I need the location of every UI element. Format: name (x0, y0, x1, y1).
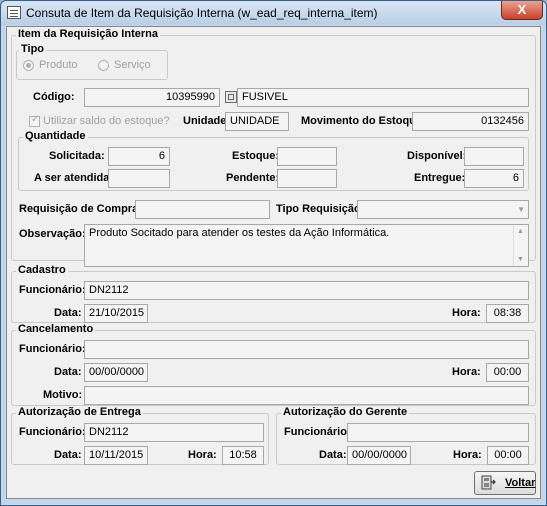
entrega-data-field[interactable]: 10/11/2015 (84, 446, 148, 465)
entrega-funcionario-field[interactable]: DN2112 (84, 423, 264, 442)
solicitada-label: Solicitada: (49, 150, 105, 162)
cadastro-hora-field[interactable]: 08:38 (486, 304, 529, 323)
autorizacao-entrega-group: Autorização de Entrega Funcionário: DN21… (11, 406, 269, 465)
form-client-area: Item da Requisição Interna Tipo Produto … (6, 26, 541, 499)
gerente-data-label: Data: (319, 449, 347, 461)
cadastro-data-label: Data: (54, 307, 82, 319)
exit-door-icon (481, 475, 496, 490)
ser-atendida-label: A ser atendida: (34, 172, 114, 184)
estoque-field[interactable] (277, 147, 337, 166)
requisicao-compra-label: Requisição de Compra: (19, 203, 142, 215)
cadastro-funcionario-field[interactable]: DN2112 (84, 281, 529, 300)
entrega-funcionario-label: Funcionário: (19, 426, 86, 438)
gerente-funcionario-label: Funcionário: (284, 426, 351, 438)
cancelamento-group-title: Cancelamento (16, 323, 96, 335)
scroll-up-icon[interactable]: ▲ (517, 228, 524, 235)
pendente-field[interactable] (277, 169, 337, 188)
cadastro-funcionario-label: Funcionário: (19, 284, 86, 296)
cancelamento-data-field[interactable]: 00/00/0000 (84, 363, 148, 382)
cancelamento-funcionario-field[interactable] (84, 340, 529, 359)
observacao-label: Observação: (19, 228, 86, 240)
cancelamento-data-label: Data: (54, 366, 82, 378)
tipo-group-title: Tipo (19, 43, 47, 55)
ser-atendida-field[interactable] (108, 169, 170, 188)
tipo-group: Tipo Produto Serviço (16, 43, 168, 80)
scroll-down-icon[interactable]: ▼ (517, 256, 524, 263)
gerente-data-field[interactable]: 00/00/0000 (347, 446, 411, 465)
entrega-data-label: Data: (54, 449, 82, 461)
requisicao-compra-field[interactable] (135, 200, 270, 219)
produto-radio[interactable] (23, 60, 34, 71)
item-group-title: Item da Requisição Interna (16, 28, 160, 40)
cadastro-data-field[interactable]: 21/10/2015 (84, 304, 148, 323)
cancelamento-motivo-label: Motivo: (43, 389, 83, 401)
autorizacao-gerente-group-title: Autorização do Gerente (281, 406, 410, 418)
cancelamento-funcionario-label: Funcionário: (19, 343, 86, 355)
item-group: Item da Requisição Interna Tipo Produto … (11, 28, 536, 267)
unidade-label: Unidade: (183, 115, 231, 127)
observacao-scrollbar[interactable]: ▲ ▼ (513, 225, 528, 266)
autorizacao-gerente-group: Autorização do Gerente Funcionário: Data… (276, 406, 536, 465)
produto-label: Produto (39, 59, 78, 71)
codigo-field[interactable]: 10395990 (84, 88, 220, 107)
cancelamento-hora-label: Hora: (452, 366, 481, 378)
tipo-requisicao-select[interactable]: ▼ (357, 200, 529, 219)
gerente-hora-field[interactable]: 00:00 (487, 446, 529, 465)
entrega-hora-field[interactable]: 10:58 (222, 446, 264, 465)
movimento-field[interactable]: 0132456 (412, 112, 529, 131)
utilizar-saldo-checkbox[interactable] (29, 114, 40, 127)
cancelamento-group: Cancelamento Funcionário: Data: 00/00/00… (11, 323, 536, 406)
servico-label: Serviço (114, 59, 151, 71)
cadastro-hora-label: Hora: (452, 307, 481, 319)
servico-radio[interactable] (98, 60, 109, 71)
quantidade-group: Quantidade Solicitada: 6 Estoque: Dispon… (18, 130, 529, 191)
cadastro-group: Cadastro Funcionário: DN2112 Data: 21/10… (11, 264, 536, 323)
close-button[interactable]: X (501, 1, 543, 20)
tipo-requisicao-label: Tipo Requisição: (276, 203, 365, 215)
cancelamento-motivo-field[interactable] (84, 386, 529, 405)
entregue-label: Entregue: (414, 172, 466, 184)
chevron-down-icon[interactable]: ▼ (517, 205, 525, 214)
estoque-label: Estoque: (232, 150, 280, 162)
cancelamento-hora-field[interactable]: 00:00 (486, 363, 529, 382)
movimento-label: Movimento do Estoque: (301, 115, 426, 127)
autorizacao-entrega-group-title: Autorização de Entrega (16, 406, 143, 418)
form-icon (7, 6, 21, 19)
quantidade-group-title: Quantidade (23, 130, 88, 142)
observacao-text: Produto Socitado para atender os testes … (89, 227, 390, 239)
voltar-button[interactable]: Voltar (474, 471, 536, 495)
gerente-funcionario-field[interactable] (347, 423, 529, 442)
entrega-hora-label: Hora: (188, 449, 217, 461)
disponivel-field[interactable] (464, 147, 524, 166)
entregue-field[interactable]: 6 (464, 169, 524, 188)
observacao-field[interactable]: Produto Socitado para atender os testes … (84, 224, 529, 267)
disponivel-label: Disponível: (407, 150, 467, 162)
title-bar: Consuta de Item da Requisição Interna (w… (1, 1, 546, 25)
lookup-icon[interactable] (225, 91, 237, 103)
solicitada-field[interactable]: 6 (108, 147, 170, 166)
window-title: Consuta de Item da Requisição Interna (w… (26, 6, 378, 20)
voltar-label: Voltar (505, 477, 536, 489)
window: Consuta de Item da Requisição Interna (w… (0, 0, 547, 506)
cadastro-group-title: Cadastro (16, 264, 68, 276)
gerente-hora-label: Hora: (453, 449, 482, 461)
utilizar-saldo-label: Utilizar saldo do estoque? (43, 115, 170, 127)
codigo-label: Código: (33, 91, 75, 103)
unidade-field[interactable]: UNIDADE (225, 112, 289, 131)
descricao-field[interactable]: FUSIVEL (237, 88, 529, 107)
pendente-label: Pendente: (226, 172, 280, 184)
